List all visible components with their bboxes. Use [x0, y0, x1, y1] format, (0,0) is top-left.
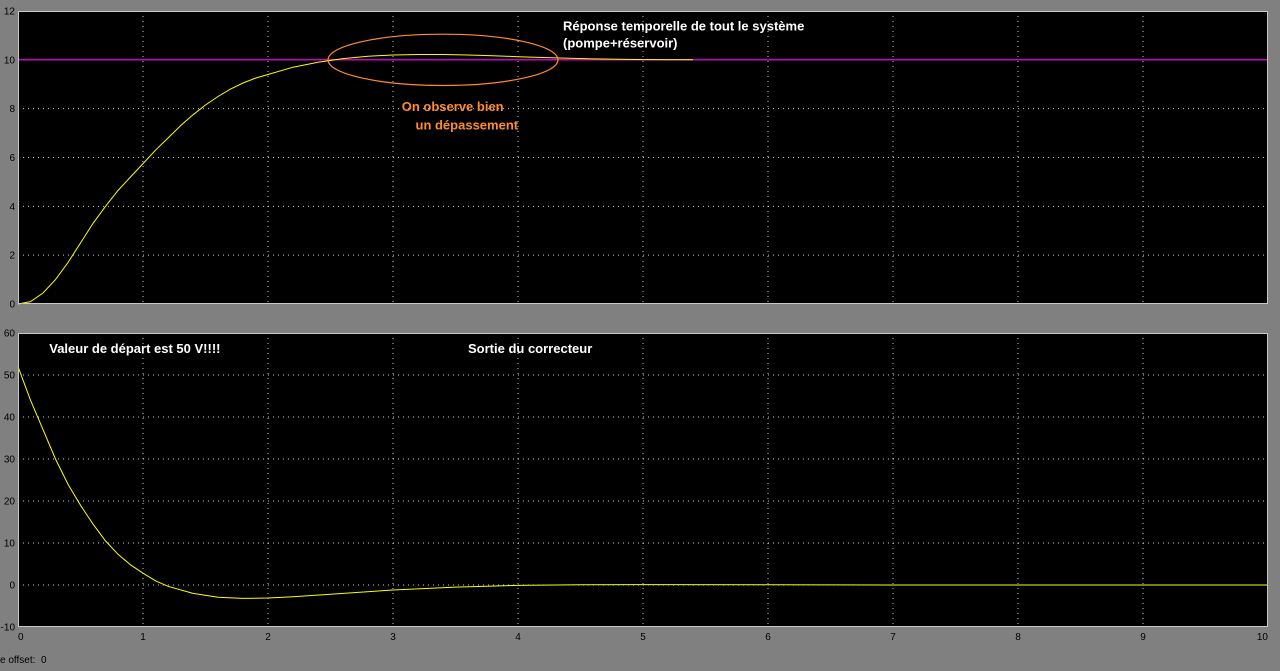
y-tick-label: 0	[9, 581, 15, 592]
y-tick-label: 10	[4, 55, 16, 66]
y-tick-label: 6	[9, 153, 15, 164]
x-tick-label: 1	[140, 632, 146, 643]
x-tick-label: 7	[890, 632, 896, 643]
y-tick-label: 0	[9, 300, 15, 311]
annotation-text: Valeur de départ est 50 V!!!!	[49, 341, 220, 356]
x-tick-label: 9	[1140, 632, 1146, 643]
y-tick-label: 40	[4, 413, 16, 424]
annotation-text: On observe bien	[402, 99, 504, 114]
x-tick-label: 0	[18, 632, 24, 643]
y-tick-label: 50	[4, 371, 16, 382]
y-tick-label: 20	[4, 497, 16, 508]
x-tick-label: 8	[1015, 632, 1021, 643]
x-tick-label: 5	[640, 632, 646, 643]
x-tick-label: 10	[1257, 632, 1269, 643]
y-tick-label: 4	[9, 202, 15, 213]
y-tick-label: 60	[4, 329, 16, 340]
y-tick-label: 2	[9, 251, 15, 262]
bottom-axes: -1001020304050600 1 2 3 4 5 6 7 8 9 10Valeur de dé…	[1, 329, 1269, 644]
annotation-text: (pompe+réservoir)	[563, 36, 678, 51]
annotation-text: Réponse temporelle de tout le système	[563, 19, 804, 34]
annotation-text: un dépassement	[416, 117, 519, 132]
x-tick-label: 3	[390, 632, 396, 643]
x-tick-label: 4	[515, 632, 521, 643]
top-axes: 0 2 4 6 8 10 12 Réponse temporelle de tout le s…	[4, 7, 1268, 311]
y-tick-label: 30	[4, 455, 16, 466]
time-offset-value: 0	[40, 655, 47, 666]
x-tick-label: 6	[765, 632, 771, 643]
scope-display: 024681012Réponse temporelle de tout le s…	[1, 7, 1269, 644]
time-offset-readout: e offset: 0	[0, 655, 47, 666]
y-tick-label: 10	[4, 539, 16, 550]
time-offset-label: e offset:	[0, 655, 36, 666]
annotation-text: Sortie du correcteur	[468, 341, 592, 356]
plot-area	[18, 333, 1268, 627]
y-tick-label: 8	[9, 104, 15, 115]
y-tick-label: -10	[1, 623, 16, 634]
x-tick-label: 2	[265, 632, 271, 643]
y-tick-label: 12	[4, 7, 16, 18]
